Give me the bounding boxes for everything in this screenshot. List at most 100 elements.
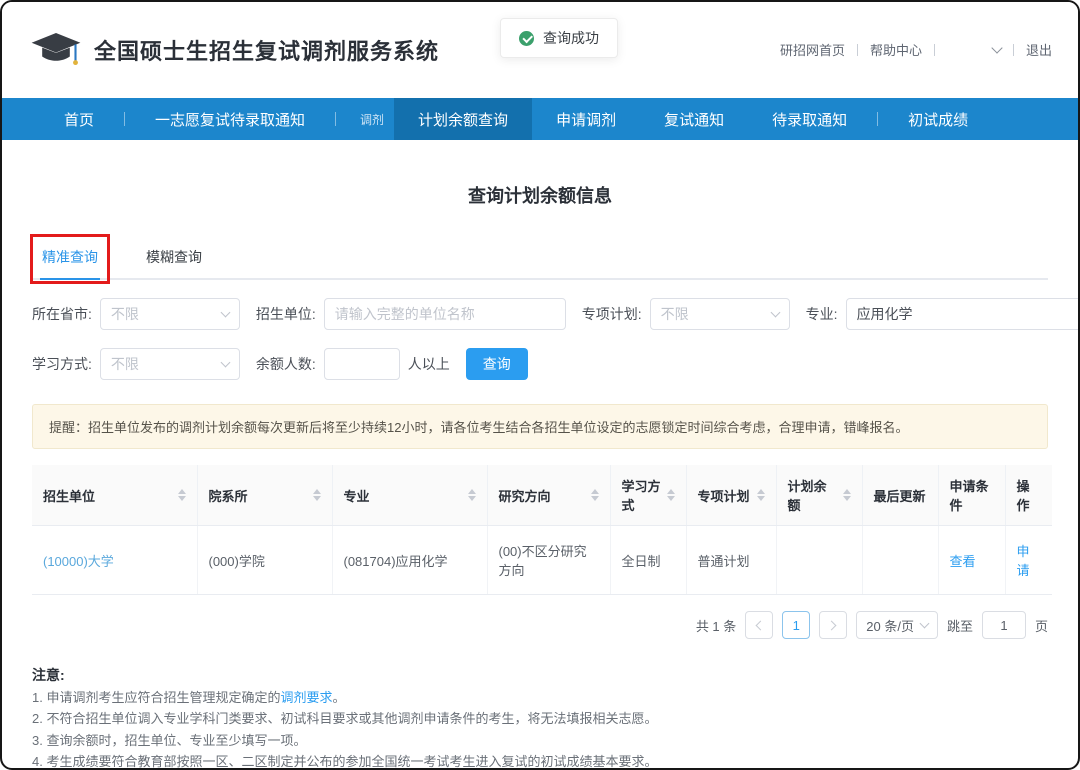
cell-major: (081704)应用化学 <box>332 526 487 595</box>
next-page-button[interactable] <box>819 611 847 639</box>
col-header-special-plan[interactable]: 专项计划 <box>686 465 776 526</box>
balance-count-input[interactable] <box>324 348 400 380</box>
special-plan-select-value: 不限 <box>661 304 689 324</box>
note-line-3: 3. 查询余额时，招生单位、专业至少填写一项。 <box>32 730 1048 752</box>
jump-label: 跳至 <box>947 616 973 635</box>
major-field: 专业: <box>806 298 1080 330</box>
study-mode-label: 学习方式: <box>32 354 92 374</box>
pagination: 共 1 条 1 20 条/页 跳至 页 <box>32 611 1048 639</box>
filter-row-1: 所在省市: 不限 招生单位: 专项计划: 不限 专业: <box>32 298 1048 330</box>
user-menu-chevron-down-icon[interactable] <box>991 42 1002 53</box>
link-help-center[interactable]: 帮助中心 <box>870 40 922 59</box>
chevron-down-icon <box>220 358 230 368</box>
divider <box>335 112 336 126</box>
province-label: 所在省市: <box>32 304 92 324</box>
table-header-row: 招生单位 院系所 专业 研究方向 学习方式 专项计划 计划余额 最后更新 申请条… <box>32 465 1052 526</box>
nav-item-home[interactable]: 首页 <box>40 98 118 140</box>
apply-link[interactable]: 申请 <box>1017 544 1030 578</box>
nav-item-retest-notice[interactable]: 复试通知 <box>640 98 748 140</box>
sort-icon[interactable] <box>757 489 765 501</box>
province-select-value: 不限 <box>111 304 139 324</box>
cell-last-update <box>862 526 938 595</box>
sort-icon[interactable] <box>843 489 851 501</box>
sort-icon[interactable] <box>667 489 675 501</box>
note-1-suffix: 。 <box>332 690 345 705</box>
balance-count-label: 余额人数: <box>256 354 316 374</box>
app-title: 全国硕士生招生复试调剂服务系统 <box>94 34 439 66</box>
divider <box>934 44 935 56</box>
tab-fuzzy-query[interactable]: 模糊查询 <box>144 238 204 278</box>
study-mode-field: 学习方式: 不限 <box>32 348 240 380</box>
special-plan-field: 专项计划: 不限 <box>582 298 790 330</box>
sort-icon[interactable] <box>313 489 321 501</box>
unit-link[interactable]: (10000)大学 <box>43 554 114 569</box>
view-condition-link[interactable]: 查看 <box>950 554 976 569</box>
cell-study-mode: 全日制 <box>610 526 686 595</box>
province-field: 所在省市: 不限 <box>32 298 240 330</box>
cell-direction: (00)不区分研究方向 <box>487 526 610 595</box>
unit-label: 招生单位: <box>256 304 316 324</box>
balance-count-suffix: 人以上 <box>408 354 450 374</box>
header-links: 研招网首页 帮助中心 退出 <box>780 40 1052 59</box>
nav-item-apply-adjustment[interactable]: 申请调剂 <box>532 98 640 140</box>
balance-count-field: 余额人数: 人以上 <box>256 348 450 380</box>
col-header-major[interactable]: 专业 <box>332 465 487 526</box>
link-logout[interactable]: 退出 <box>1026 40 1052 59</box>
col-header-study-mode[interactable]: 学习方式 <box>610 465 686 526</box>
col-header-last-update: 最后更新 <box>862 465 938 526</box>
cell-special-plan: 普通计划 <box>686 526 776 595</box>
unit-input[interactable] <box>324 298 566 330</box>
sort-icon[interactable] <box>178 489 186 501</box>
adjustment-requirements-link[interactable]: 调剂要求 <box>280 690 332 705</box>
graduation-cap-logo-icon <box>30 30 82 70</box>
col-header-actions: 操作 <box>1005 465 1052 526</box>
col-header-apply-condition: 申请条件 <box>938 465 1005 526</box>
search-button[interactable]: 查询 <box>466 348 528 380</box>
divider <box>877 112 878 126</box>
note-line-1: 1. 申请调剂考生应符合招生管理规定确定的调剂要求。 <box>32 687 1048 709</box>
col-header-unit[interactable]: 招生单位 <box>32 465 197 526</box>
nav-item-admit-notice[interactable]: 待录取通知 <box>748 98 871 140</box>
nav-item-plan-balance-query[interactable]: 计划余额查询 <box>394 98 532 140</box>
study-mode-select[interactable]: 不限 <box>100 348 240 380</box>
total-count: 共 1 条 <box>696 616 736 635</box>
cell-plan-balance <box>776 526 862 595</box>
study-mode-select-value: 不限 <box>111 354 139 374</box>
page-number-button[interactable]: 1 <box>782 611 810 639</box>
link-site-home[interactable]: 研招网首页 <box>780 40 845 59</box>
reminder-banner: 提醒：招生单位发布的调剂计划余额每次更新后将至少持续12小时，请各位考生结合各招… <box>32 404 1048 449</box>
col-header-plan-balance[interactable]: 计划余额 <box>776 465 862 526</box>
prev-page-button[interactable] <box>745 611 773 639</box>
divider <box>1013 44 1014 56</box>
tab-precise-label: 精准查询 <box>42 249 98 265</box>
col-header-dept[interactable]: 院系所 <box>197 465 332 526</box>
success-check-icon <box>519 31 534 46</box>
sort-icon[interactable] <box>591 489 599 501</box>
special-plan-label: 专项计划: <box>582 304 642 324</box>
main-content: 查询计划余额信息 精准查询 模糊查询 所在省市: 不限 招生单位: <box>2 182 1078 770</box>
toast-success: 查询成功 <box>500 18 618 58</box>
special-plan-select[interactable]: 不限 <box>650 298 790 330</box>
page-size-value: 20 条/页 <box>866 616 914 635</box>
tab-precise-query[interactable]: 精准查询 <box>40 238 100 278</box>
filter-row-2: 学习方式: 不限 余额人数: 人以上 查询 <box>32 348 1048 380</box>
unit-field: 招生单位: <box>256 298 566 330</box>
chevron-down-icon <box>920 619 930 629</box>
app-window: 全国硕士生招生复试调剂服务系统 查询成功 研招网首页 帮助中心 退出 首页 一志… <box>0 0 1080 770</box>
page-size-select[interactable]: 20 条/页 <box>856 611 938 639</box>
main-nav: 首页 一志愿复试待录取通知 调剂 计划余额查询 申请调剂 复试通知 待录取通知 … <box>2 98 1078 140</box>
header: 全国硕士生招生复试调剂服务系统 查询成功 研招网首页 帮助中心 退出 <box>2 2 1078 98</box>
sort-icon[interactable] <box>468 489 476 501</box>
notes-heading: 注意: <box>32 665 1048 687</box>
col-header-direction[interactable]: 研究方向 <box>487 465 610 526</box>
nav-item-first-choice-notice[interactable]: 一志愿复试待录取通知 <box>131 98 329 140</box>
jump-page-input[interactable] <box>982 611 1026 639</box>
tab-active-underline <box>40 278 100 280</box>
province-select[interactable]: 不限 <box>100 298 240 330</box>
note-line-4: 4. 考生成绩要符合教育部按照一区、二区制定并公布的参加全国统一考试考生进入复试… <box>32 751 1048 770</box>
nav-group-label-tiaoji: 调剂 <box>342 98 394 140</box>
page-unit-label: 页 <box>1035 616 1048 635</box>
nav-item-initial-score[interactable]: 初试成绩 <box>884 98 992 140</box>
page-title: 查询计划余额信息 <box>32 182 1048 208</box>
major-input[interactable] <box>846 298 1080 330</box>
